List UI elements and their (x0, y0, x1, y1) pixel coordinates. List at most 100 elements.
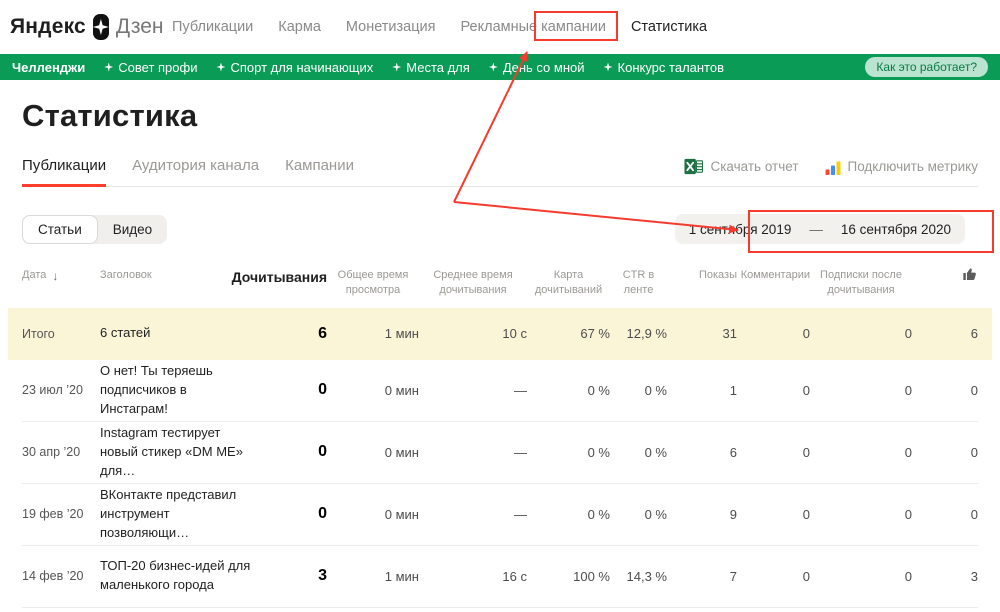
cell-likes: 6 (912, 326, 978, 341)
download-report-button[interactable]: Скачать отчет (684, 157, 798, 176)
table-row: 30 апр ’20 Instagram тестирует новый сти… (22, 422, 978, 484)
sparkle-icon (104, 63, 113, 72)
promo-item-label: День со мной (503, 60, 585, 75)
date-range-start: 1 сентября 2019 (689, 222, 792, 237)
cell-date: 23 июл ’20 (22, 383, 100, 397)
cell-total-view-time: 0 мин (327, 445, 419, 460)
promo-item-mesta[interactable]: Места для (392, 60, 470, 75)
cell-full-reads: 0 (265, 443, 327, 461)
cell-likes: 0 (912, 445, 978, 460)
challenges-label[interactable]: Челленджи (12, 60, 85, 75)
logo-text-zen: Дзен (116, 15, 164, 39)
table-row: 19 фев ’20 ВКонтакте представил инструме… (22, 484, 978, 546)
table-header: Дата ↓ Заголовок Дочитывания Общее время… (22, 268, 978, 298)
cell-likes: 3 (912, 569, 978, 584)
cell-impressions: 6 (667, 445, 737, 460)
nav-item-publications[interactable]: Публикации (172, 19, 253, 35)
cell-comments: 0 (737, 445, 810, 460)
cell-likes: 0 (912, 507, 978, 522)
cell-subscriptions: 0 (810, 569, 912, 584)
cell-date: 14 фев ’20 (22, 569, 100, 583)
toggle-articles[interactable]: Статьи (22, 215, 98, 244)
nav-item-statistics[interactable]: Статистика (631, 19, 707, 35)
sparkle-icon (216, 63, 225, 72)
thumbs-up-icon (962, 266, 978, 282)
cell-article-title[interactable]: ТОП-20 бизнес-идей для маленького города (100, 557, 265, 595)
sparkle-icon (604, 63, 613, 72)
tabs-row: Публикации Аудитория канала Кампании Ска… (22, 153, 978, 187)
content-type-toggle: Статьи Видео (22, 215, 167, 244)
cell-comments: 0 (737, 326, 810, 341)
page-title: Статистика (22, 97, 978, 135)
cell-full-reads: 0 (265, 381, 327, 399)
total-label: Итого (22, 327, 100, 341)
column-header-date[interactable]: Дата ↓ (22, 268, 100, 284)
nav-items: Публикации Карма Монетизация Рекламные к… (172, 19, 707, 35)
cell-comments: 0 (737, 507, 810, 522)
connect-metrica-button[interactable]: Подключить метрику (825, 159, 978, 175)
cell-article-title[interactable]: Instagram тестирует новый стикер «DM ME»… (100, 424, 265, 481)
nav-item-monetization[interactable]: Монетизация (346, 19, 436, 35)
how-it-works-button[interactable]: Как это работает? (865, 57, 988, 77)
excel-icon (684, 157, 703, 176)
cell-impressions: 31 (667, 326, 737, 341)
promo-item-sport[interactable]: Спорт для начинающих (216, 60, 373, 75)
nav-item-ad-campaigns[interactable]: Рекламные кампании (461, 19, 606, 35)
report-actions: Скачать отчет Подключить метрику (684, 157, 978, 186)
cell-read-map: 67 % (527, 326, 610, 341)
column-header-subscriptions[interactable]: Подписки после дочитывания (810, 268, 912, 298)
cell-ctr: 0 % (610, 383, 667, 398)
promo-item-label: Совет профи (118, 60, 197, 75)
toggle-videos[interactable]: Видео (98, 215, 167, 244)
table-row: 14 фев ’20 ТОП-20 бизнес-идей для малень… (22, 546, 978, 608)
logo-text-yandex: Яндекс (10, 15, 86, 39)
column-header-read-map[interactable]: Карта дочитываний (527, 268, 610, 298)
cell-ctr: 0 % (610, 507, 667, 522)
date-range-picker[interactable]: 1 сентября 2019 — 16 сентября 2020 (675, 214, 965, 244)
column-header-impressions[interactable]: Показы (667, 268, 737, 283)
tab-publications[interactable]: Публикации (22, 157, 106, 186)
download-report-label: Скачать отчет (710, 159, 798, 174)
total-articles-count: 6 статей (100, 324, 265, 343)
cell-read-map: 100 % (527, 569, 610, 584)
tab-campaigns[interactable]: Кампании (285, 157, 354, 186)
zen-statistics-page: Яндекс Дзен Публикации Карма Монетизация… (0, 0, 1000, 612)
column-header-ctr[interactable]: CTR в ленте (610, 268, 667, 298)
yandex-zen-logo[interactable]: Яндекс Дзен (10, 14, 160, 40)
promo-item-sovet-profi[interactable]: Совет профи (104, 60, 197, 75)
top-nav: Яндекс Дзен Публикации Карма Монетизация… (0, 0, 1000, 54)
cell-article-title[interactable]: ВКонтакте представил инструмент позволяю… (100, 486, 265, 543)
promo-item-label: Спорт для начинающих (230, 60, 373, 75)
cell-subscriptions: 0 (810, 507, 912, 522)
cell-ctr: 14,3 % (610, 569, 667, 584)
cell-comments: 0 (737, 569, 810, 584)
cell-read-map: 0 % (527, 507, 610, 522)
cell-avg-read-time: 10 с (419, 326, 527, 341)
promo-item-den-so-mnoy[interactable]: День со мной (489, 60, 585, 75)
nav-item-karma[interactable]: Карма (278, 19, 321, 35)
cell-avg-read-time: — (419, 445, 527, 460)
cell-total-view-time: 1 мин (327, 569, 419, 584)
cell-subscriptions: 0 (810, 445, 912, 460)
date-range-end: 16 сентября 2020 (841, 222, 951, 237)
cell-subscriptions: 0 (810, 383, 912, 398)
metrica-bars-icon (825, 159, 841, 175)
column-header-full-reads[interactable]: Дочитывания (265, 268, 327, 287)
date-range-separator: — (809, 222, 823, 237)
tab-audience[interactable]: Аудитория канала (132, 157, 259, 186)
cell-article-title[interactable]: О нет! Ты теряешь подписчиков в Инстагра… (100, 362, 265, 419)
cell-total-view-time: 0 мин (327, 507, 419, 522)
cell-read-map: 0 % (527, 445, 610, 460)
cell-avg-read-time: — (419, 383, 527, 398)
column-header-likes[interactable] (912, 268, 978, 282)
promo-item-konkurs[interactable]: Конкурс талантов (604, 60, 725, 75)
column-header-total-view-time[interactable]: Общее время просмотра (327, 268, 419, 298)
sparkle-icon (392, 63, 401, 72)
cell-total-view-time: 0 мин (327, 383, 419, 398)
column-header-avg-read-time[interactable]: Среднее время дочитывания (419, 268, 527, 298)
cell-avg-read-time: 16 с (419, 569, 527, 584)
column-header-comments[interactable]: Комментарии (737, 268, 810, 283)
cell-full-reads: 6 (265, 325, 327, 343)
promo-item-label: Места для (406, 60, 470, 75)
cell-impressions: 1 (667, 383, 737, 398)
